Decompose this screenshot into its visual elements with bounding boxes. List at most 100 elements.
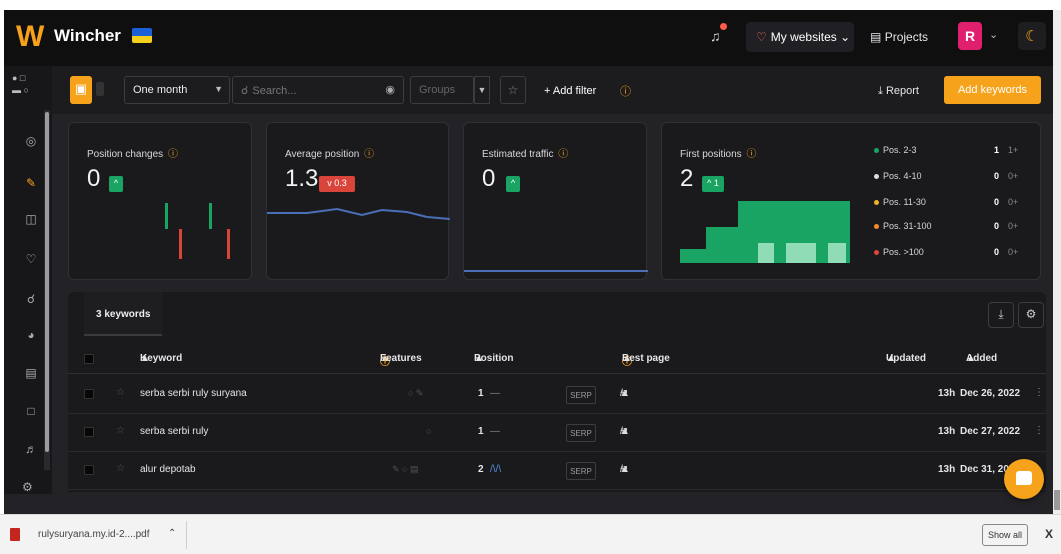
report-button[interactable]: ⤓ Report	[878, 85, 919, 98]
help-icon[interactable]: ⓘ	[744, 149, 756, 160]
my-websites-label: My websites	[770, 30, 837, 44]
sidebar-item-search-icon[interactable]: ☌	[22, 292, 40, 310]
chevron-down-icon: ⌄	[840, 30, 851, 44]
table-row[interactable]: ☆ serba serbi ruly suryana ○ ✎ 1 — SERP …	[68, 376, 1046, 414]
search-input[interactable]: ☌ Search... ◉	[232, 76, 404, 104]
position-changes-card[interactable]: Position changes ⓘ 0 ^	[68, 122, 252, 280]
desktop-device-icon[interactable]: ▣	[70, 76, 92, 104]
show-all-button[interactable]: Show all	[982, 524, 1028, 546]
help-icon[interactable]: ⓘ	[165, 149, 178, 160]
favorite-star-icon[interactable]: ☆	[116, 387, 125, 398]
sidebar-scrollbar[interactable]	[44, 110, 50, 470]
chevron-down-icon[interactable]: ▼	[474, 76, 490, 104]
sidebar-item-doc-icon[interactable]: ▤	[22, 366, 40, 384]
wincher-logo[interactable]: W	[16, 20, 44, 54]
window-scrollbar[interactable]	[1053, 10, 1061, 514]
groups-select[interactable]: Groups	[410, 76, 474, 104]
sidebar-item-heart-icon[interactable]: ♡	[22, 252, 40, 270]
serp-button[interactable]: SERP	[566, 462, 596, 480]
favorite-star-icon[interactable]: ☆	[500, 76, 526, 104]
search-options-icon[interactable]: ◉	[385, 83, 395, 96]
download-filename[interactable]: rulysuryana.my.id-2....pdf	[38, 529, 150, 540]
search-placeholder: Search...	[252, 85, 297, 97]
row-checkbox[interactable]	[84, 465, 94, 475]
download-icon[interactable]: ⤓	[988, 302, 1014, 328]
card-value: 1.3	[285, 165, 319, 192]
report-label: Report	[885, 85, 919, 97]
change-badge: ^	[109, 176, 123, 192]
devices-icon[interactable]: ● □	[12, 72, 52, 84]
position-changes-sparkline	[165, 203, 230, 259]
avatar[interactable]: R	[958, 22, 982, 50]
brand-name[interactable]: Wincher	[54, 26, 121, 46]
sidebar-item-globe-icon[interactable]: ◎	[22, 134, 40, 152]
serp-features-icon: ✎ ○ ▤	[392, 464, 419, 474]
external-link-icon: ↗	[620, 388, 629, 399]
notification-dot	[720, 23, 727, 30]
serp-button[interactable]: SERP	[566, 424, 596, 442]
legend-count: 0	[994, 197, 1000, 207]
row-menu-icon[interactable]: ⋮	[1034, 425, 1044, 436]
divider	[186, 521, 187, 549]
keyword-cell[interactable]: alur depotab	[140, 464, 196, 475]
settings-gear-icon[interactable]: ⚙	[1018, 302, 1044, 328]
flag-icon[interactable]: ▬ ○	[12, 84, 52, 96]
average-position-card[interactable]: Average position ⓘ 1.3 v 0.3	[266, 122, 450, 280]
chevron-down-icon[interactable]: ⌄	[989, 28, 998, 41]
search-icon: ☌	[241, 85, 249, 97]
legend-count: 0	[994, 221, 1000, 231]
help-icon[interactable]: ⓘ	[620, 83, 631, 99]
projects-label: Projects	[884, 30, 929, 44]
keyword-cell[interactable]: serba serbi ruly	[140, 426, 208, 437]
mobile-device-icon[interactable]	[96, 82, 104, 96]
close-icon[interactable]: X	[1045, 527, 1053, 541]
best-page-column-header[interactable]: ⓘ Best page ▲	[622, 353, 670, 368]
features-column-header[interactable]: ⓘ Features ▲	[380, 353, 422, 368]
table-row[interactable]: ☆ serba serbi ruly ○ 1 — SERP + ▲ / ↗ 13…	[68, 414, 1046, 452]
row-checkbox[interactable]	[84, 389, 94, 399]
sidebar-item-chart-icon[interactable]: ◕	[22, 328, 40, 346]
add-filter-button[interactable]: + Add filter	[544, 85, 596, 97]
sidebar-item-shield-icon[interactable]: ◫	[22, 212, 40, 230]
external-link-icon: ↗	[620, 464, 629, 475]
serp-button[interactable]: SERP	[566, 386, 596, 404]
sidebar-header: ● □ ▬ ○	[4, 66, 52, 110]
my-websites-menu[interactable]: ♡ My websites ⌄	[746, 22, 854, 52]
estimated-traffic-card[interactable]: Estimated traffic ⓘ 0 ^	[463, 122, 648, 280]
keyword-column-header[interactable]: Keyword ▲	[140, 353, 182, 364]
average-position-sparkline	[267, 207, 450, 220]
position-column-header[interactable]: Position ▲	[474, 353, 513, 364]
row-checkbox[interactable]	[84, 427, 94, 437]
table-header: Keyword ▲ ⓘ Features ▲ Position ▲ ⓘ Best…	[68, 344, 1046, 374]
add-keywords-button[interactable]: Add keywords	[944, 76, 1041, 104]
help-icon[interactable]: ⓘ	[556, 149, 568, 160]
table-row[interactable]: ☆ alur depotab ✎ ○ ▤ 2 /\/\ SERP + ▲ / ↗…	[68, 452, 1046, 490]
sidebar-item-box-icon[interactable]: □	[22, 404, 40, 422]
sidebar-item-bell-icon[interactable]: ♬	[22, 442, 40, 460]
folder-icon: ▤	[870, 30, 882, 44]
select-all-checkbox[interactable]	[84, 354, 94, 364]
spark-bar-down	[227, 229, 230, 259]
chevron-up-icon[interactable]: ⌃	[168, 528, 176, 539]
projects-menu[interactable]: ▤ Projects	[870, 30, 928, 44]
position-trend: —	[490, 426, 500, 437]
row-menu-icon[interactable]: ⋮	[1034, 387, 1044, 398]
favorite-star-icon[interactable]: ☆	[116, 463, 125, 474]
ukraine-flag-icon	[132, 28, 152, 43]
chat-bubble-icon	[1016, 471, 1032, 485]
first-positions-card[interactable]: First positions ⓘ 2 ^ 1 Pos. 2-3 1 1+ Po…	[661, 122, 1041, 280]
added-column-header[interactable]: Added ▲	[966, 353, 997, 364]
dark-mode-toggle-icon[interactable]: ☾	[1018, 22, 1046, 50]
updated-column-header[interactable]: Updated ▲	[886, 353, 926, 364]
help-icon[interactable]: ⓘ	[361, 149, 374, 160]
keyword-cell[interactable]: serba serbi ruly suryana	[140, 388, 247, 399]
period-select[interactable]: One month ▼	[124, 76, 230, 104]
first-positions-highlight	[758, 243, 774, 263]
favorite-star-icon[interactable]: ☆	[116, 425, 125, 436]
notification-icon[interactable]: ♫	[710, 28, 721, 44]
sidebar-settings-icon[interactable]: ⚙	[22, 480, 33, 494]
tab-keywords[interactable]: 3 keywords	[84, 292, 162, 336]
updated-cell: 13h	[938, 426, 956, 437]
sidebar-item-active-icon[interactable]: ✎	[22, 176, 40, 194]
chat-launcher-button[interactable]	[1004, 459, 1044, 499]
